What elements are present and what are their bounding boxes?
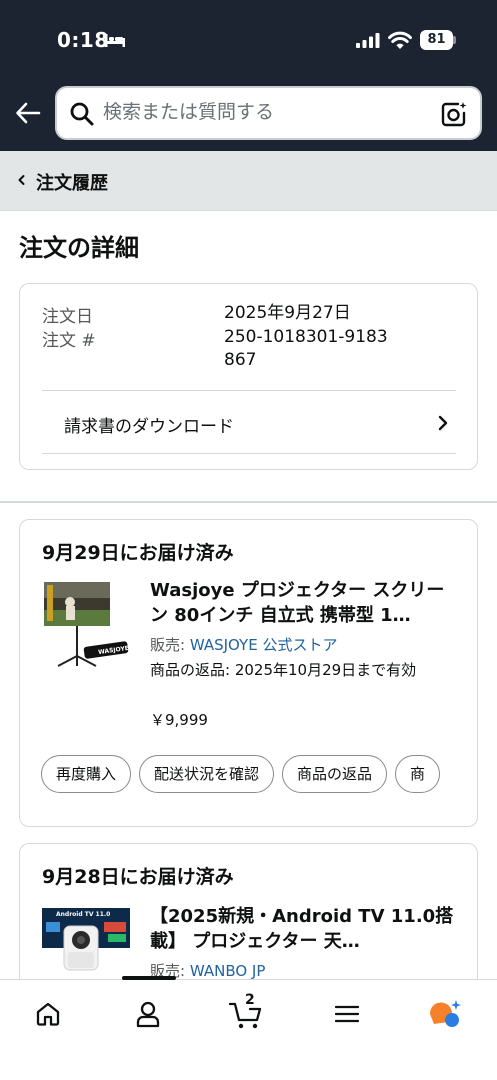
- nav-account[interactable]: [128, 994, 168, 1034]
- sleep-mode-icon: [105, 34, 125, 47]
- section-separator: [0, 501, 497, 503]
- action-buttons-row[interactable]: 再度購入 配送状況を確認 商品の返品商: [41, 755, 463, 795]
- ai-assistant-icon: [429, 1000, 461, 1027]
- seller-prefix: 販売:: [150, 636, 190, 654]
- order-number-value: 250-1018301-9183867: [224, 327, 388, 370]
- delivery-status: 9月29日にお届け済み: [42, 542, 234, 564]
- nav-menu[interactable]: [327, 994, 367, 1034]
- back-arrow-icon[interactable]: [14, 99, 42, 127]
- camera-search-icon[interactable]: [440, 100, 468, 128]
- divider: [42, 453, 456, 454]
- breadcrumb[interactable]: 注文履歴: [0, 151, 497, 211]
- seller-info: 販売: WASJOYE 公式ストア: [150, 634, 337, 655]
- bottom-navigation: 2: [0, 976, 497, 1080]
- cart-count-badge: 2: [245, 992, 255, 1008]
- product-price: ￥9,999: [150, 711, 208, 729]
- return-window: 商品の返品: 2025年10月29日まで有効: [150, 661, 417, 679]
- battery-tip: [453, 36, 456, 44]
- status-bar: 0:18 81: [0, 0, 497, 78]
- active-tab-indicator: [122, 976, 176, 980]
- return-items-button[interactable]: 商品の返品: [282, 755, 388, 793]
- page-title: 注文の詳細: [19, 234, 139, 262]
- order-info-card: 注文日 2025年9月27日 注文 # 250-1018301-9183867 …: [19, 283, 478, 470]
- track-package-button[interactable]: 配送状況を確認: [139, 755, 275, 793]
- more-action-button[interactable]: 商: [395, 755, 441, 793]
- svg-text:Android TV 11.0: Android TV 11.0: [56, 911, 110, 918]
- download-invoice-row[interactable]: 請求書のダウンロード: [20, 392, 479, 454]
- breadcrumb-label: 注文履歴: [36, 173, 108, 194]
- chevron-left-icon: [18, 175, 25, 185]
- nav-ai-assistant[interactable]: [424, 994, 464, 1034]
- app-header: 0:18 81: [0, 0, 497, 151]
- hamburger-menu-icon: [335, 1005, 359, 1023]
- search-input[interactable]: [103, 101, 423, 123]
- order-date-label: 注文日: [42, 307, 93, 327]
- cellular-signal-icon: [356, 33, 380, 48]
- search-bar[interactable]: [55, 86, 482, 140]
- delivery-status: 9月28日にお届け済み: [42, 866, 234, 888]
- nav-home[interactable]: [28, 994, 68, 1034]
- order-date-value: 2025年9月27日: [224, 303, 351, 323]
- shipment-card: 9月28日にお届け済み Android TV 11.0 【2025新規・Andr…: [19, 843, 478, 993]
- shipment-card: 9月29日にお届け済み WASJOYE Wasjoye プロジェクター スクリー…: [19, 519, 478, 827]
- search-icon: [70, 102, 94, 126]
- wifi-icon: [388, 31, 412, 49]
- product-image-projector-screen[interactable]: WASJOYE: [42, 580, 130, 668]
- home-icon: [36, 1002, 60, 1026]
- buy-again-button[interactable]: 再度購入: [41, 755, 132, 793]
- person-icon: [136, 1001, 160, 1028]
- divider: [42, 390, 456, 391]
- chevron-right-icon: [438, 415, 448, 431]
- product-title[interactable]: Wasjoye プロジェクター スクリーン 80インチ 自立式 携帯型 1…: [150, 578, 460, 628]
- product-title[interactable]: 【2025新規・Android TV 11.0搭載】 プロジェクター 天…: [150, 904, 460, 954]
- download-invoice-label: 請求書のダウンロード: [64, 417, 234, 437]
- nav-cart[interactable]: 2: [226, 992, 266, 1034]
- status-time: 0:18: [57, 28, 109, 52]
- seller-link[interactable]: WASJOYE 公式ストア: [190, 636, 338, 654]
- order-number-label: 注文 #: [42, 331, 96, 351]
- battery-indicator: 81: [420, 30, 453, 50]
- seller-link[interactable]: WANBO JP: [190, 962, 266, 980]
